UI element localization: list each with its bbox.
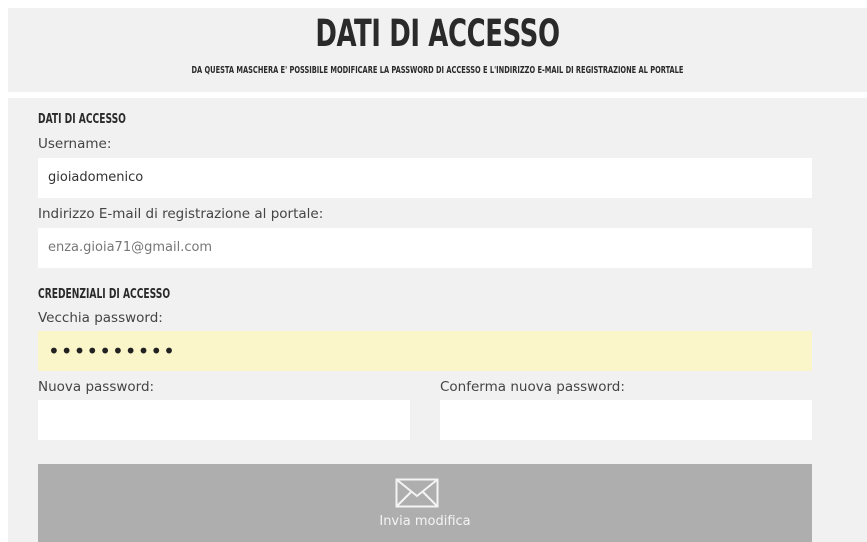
new-password-field[interactable] — [38, 400, 410, 440]
username-field[interactable]: gioiadomenico — [38, 158, 812, 198]
email-label: Indirizzo E-mail di registrazione al por… — [38, 206, 324, 222]
old-password-label: Vecchia password: — [38, 310, 163, 326]
credentials-section-title: CREDENZIALI DI ACCESSO — [38, 287, 171, 302]
confirm-password-field[interactable] — [440, 400, 812, 440]
username-label: Username: — [38, 136, 112, 152]
confirm-password-label: Conferma nuova password: — [440, 379, 625, 395]
page-subtitle: DA QUESTA MASCHERA E' POSSIBILE MODIFICA… — [191, 65, 684, 76]
old-password-field[interactable]: •••••••••• — [38, 331, 812, 371]
page: DATI DI ACCESSO DA QUESTA MASCHERA E' PO… — [0, 0, 867, 542]
submit-changes-button[interactable]: Invia modifica — [38, 464, 812, 542]
submit-button-label: Invia modifica — [379, 514, 471, 529]
email-field[interactable]: enza.gioia71@gmail.com — [38, 228, 812, 268]
page-header: DATI DI ACCESSO DA QUESTA MASCHERA E' PO… — [8, 8, 867, 92]
access-form: DATI DI ACCESSO Username: gioiadomenico … — [8, 98, 867, 542]
page-title: DATI DI ACCESSO — [315, 12, 560, 55]
new-password-label: Nuova password: — [38, 379, 155, 395]
envelope-icon — [395, 478, 439, 512]
account-section-title: DATI DI ACCESSO — [38, 112, 126, 127]
